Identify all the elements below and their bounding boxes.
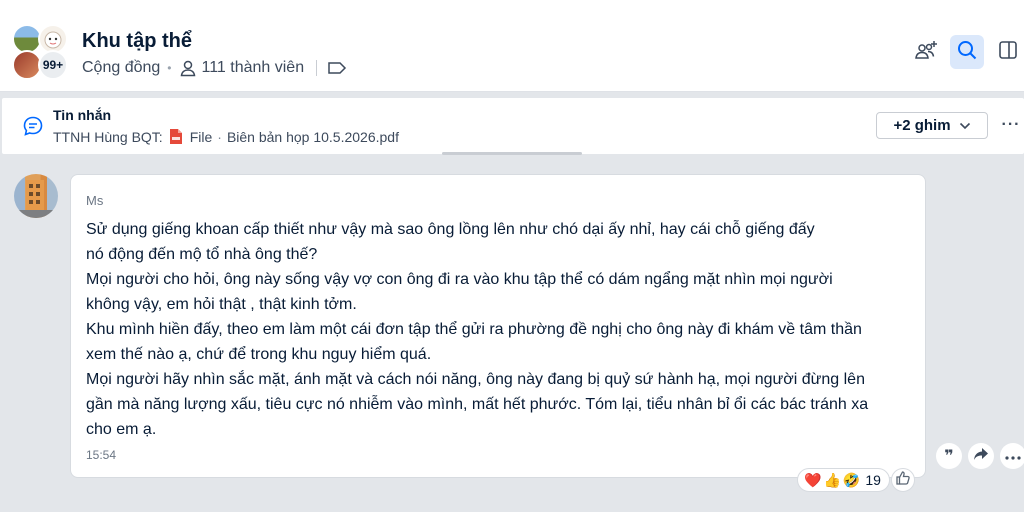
message-line: xem thế nào ạ, chứ để trong khu nguy hiể… [86, 346, 432, 363]
message-text: Sử dụng giếng khoan cấp thiết như vậy mà… [86, 217, 916, 442]
quote-icon: ❞ [944, 448, 954, 465]
dot-separator: • [167, 61, 172, 75]
sender-name[interactable]: Ms [86, 193, 103, 208]
chat-bubble-icon [22, 115, 44, 142]
pinned-preview: TTNH Hùng BQT: File · Biên bản họp 10.5.… [53, 128, 399, 145]
conversation-subline: Cộng đồng • 111 thành viên [82, 59, 347, 77]
tag-icon[interactable] [327, 60, 347, 76]
message-more-button[interactable] [1000, 443, 1024, 469]
thumbs-up-icon [895, 470, 911, 491]
more-icon [1005, 447, 1021, 465]
message-line: cho em ạ. [86, 421, 157, 438]
pinned-more-menu-button[interactable]: ··· [998, 112, 1024, 138]
message-line: Mọi người hãy nhìn sắc mặt, ánh mặt và c… [86, 371, 865, 388]
message-bubble[interactable]: Ms Sử dụng giếng khoan cấp thiết như vậy… [70, 174, 926, 492]
divider [316, 60, 318, 76]
pdf-file-icon [169, 128, 183, 145]
pinned-heading: Tin nhắn [53, 107, 112, 123]
search-icon [956, 39, 978, 66]
quote-button[interactable]: ❞ [936, 443, 962, 469]
member-count[interactable]: 111 thành viên [202, 59, 305, 77]
laugh-reaction-icon: 🤣 [842, 471, 861, 488]
pinned-bar-handle [442, 152, 582, 155]
more-pins-button[interactable]: +2 ghim [876, 112, 988, 139]
pinned-message-bar[interactable]: Tin nhắn TTNH Hùng BQT: File · Biên bản … [2, 98, 1024, 155]
more-pins-label: +2 ghim [893, 117, 951, 134]
forward-button[interactable] [968, 443, 994, 469]
community-label: Cộng đồng [82, 59, 161, 76]
message-timestamp: 15:54 [86, 448, 117, 462]
group-avatar[interactable]: 99+ [12, 24, 70, 80]
share-icon [973, 447, 989, 466]
react-button[interactable] [891, 468, 915, 492]
reaction-count: 19 [865, 472, 881, 488]
message-line: không vậy, em hỏi thật , thật kinh tởm. [86, 296, 357, 313]
conversation-header: 99+ Khu tập thể Cộng đồng • 111 thành vi… [0, 0, 1024, 92]
chevron-down-icon [959, 117, 971, 134]
message-line: Khu mình hiền đấy, theo em làm một cái đ… [86, 321, 862, 338]
search-button[interactable] [950, 35, 984, 69]
conversation-title[interactable]: Khu tập thể [82, 30, 192, 53]
side-panel-icon [997, 39, 1019, 66]
heart-reaction-icon: ❤️ [804, 471, 822, 488]
message-line: Sử dụng giếng khoan cấp thiết như vậy mà… [86, 221, 815, 238]
member-count-badge: 99+ [38, 50, 68, 80]
reaction-summary[interactable]: ❤️ 👍 🤣 19 [797, 468, 890, 492]
pinned-file-name[interactable]: Biên bản họp 10.5.2026.pdf [227, 129, 399, 145]
file-label: File [189, 128, 213, 145]
message-line: nó động đến mộ tổ nhà ông thế? [86, 246, 318, 263]
add-member-button[interactable] [909, 35, 943, 69]
add-member-icon [914, 39, 938, 66]
dot-separator: · [217, 128, 222, 145]
sender-avatar[interactable] [14, 174, 58, 218]
pinned-sender: TTNH Hùng BQT: [53, 128, 163, 145]
message-line: Mọi người cho hỏi, ông này sống vậy vợ c… [86, 271, 833, 288]
thumbs-up-reaction-icon: 👍 [823, 471, 841, 488]
user-icon [179, 59, 197, 77]
message-line: gần mà năng lượng xấu, tiêu cực nó nhiễm… [86, 396, 869, 413]
toggle-side-panel-button[interactable] [991, 35, 1024, 69]
